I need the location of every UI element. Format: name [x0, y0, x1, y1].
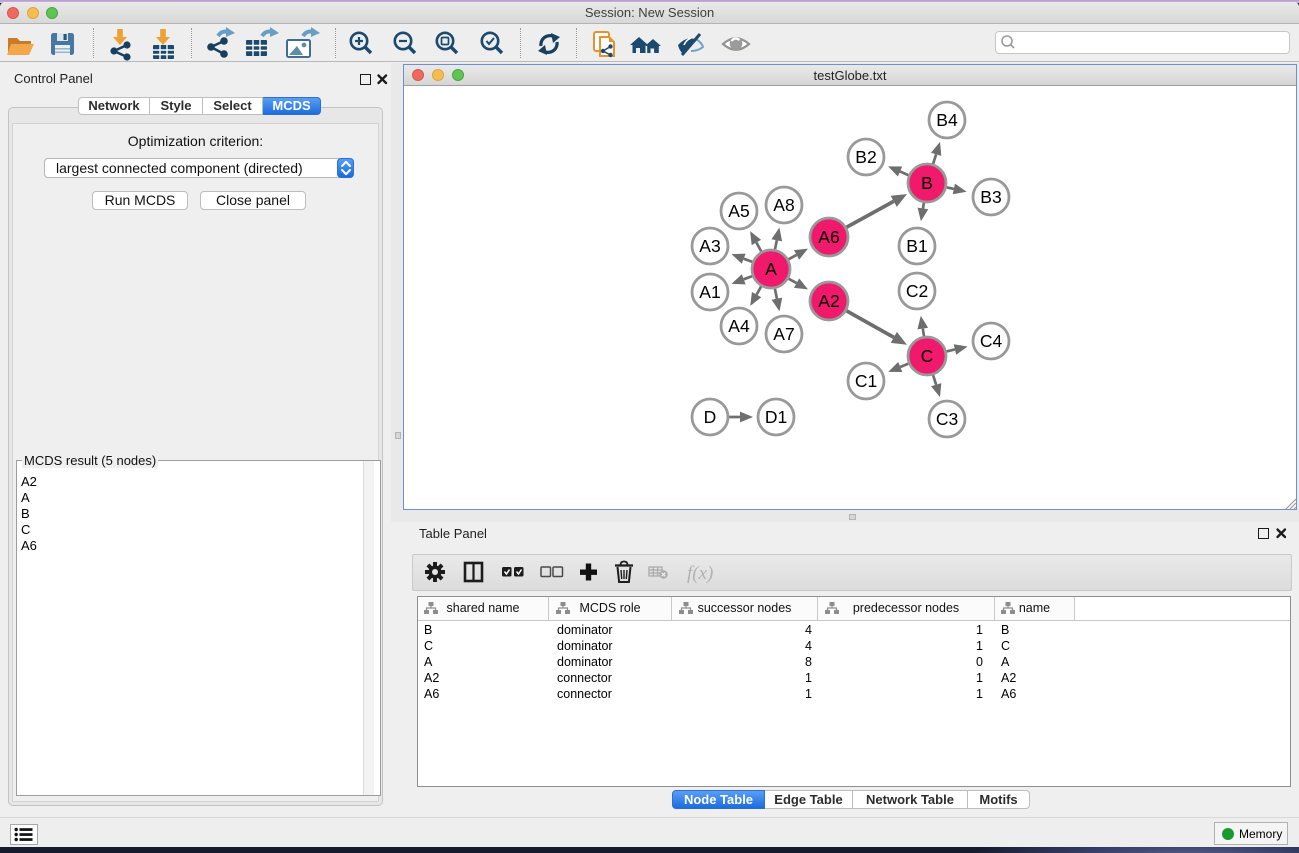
svg-text:C3: C3 [936, 409, 958, 429]
svg-text:A6: A6 [818, 227, 839, 247]
svg-text:A: A [765, 259, 777, 279]
svg-text:B1: B1 [906, 236, 927, 256]
svg-text:A8: A8 [773, 195, 794, 215]
svg-text:f(x): f(x) [687, 563, 713, 584]
svg-text:B: B [921, 173, 933, 193]
svg-text:C4: C4 [980, 331, 1003, 351]
svg-text:B4: B4 [936, 110, 958, 130]
svg-text:A3: A3 [699, 236, 720, 256]
svg-text:A5: A5 [728, 201, 749, 221]
svg-text:D1: D1 [765, 407, 787, 427]
svg-text:A7: A7 [773, 324, 794, 344]
svg-text:B2: B2 [855, 147, 876, 167]
svg-text:C1: C1 [855, 371, 877, 391]
svg-text:A2: A2 [818, 291, 839, 311]
svg-text:A4: A4 [728, 316, 750, 336]
svg-text:C: C [921, 346, 934, 366]
svg-text:C2: C2 [906, 281, 928, 301]
svg-text:A1: A1 [699, 282, 720, 302]
svg-text:D: D [704, 407, 717, 427]
svg-text:B3: B3 [980, 187, 1001, 207]
